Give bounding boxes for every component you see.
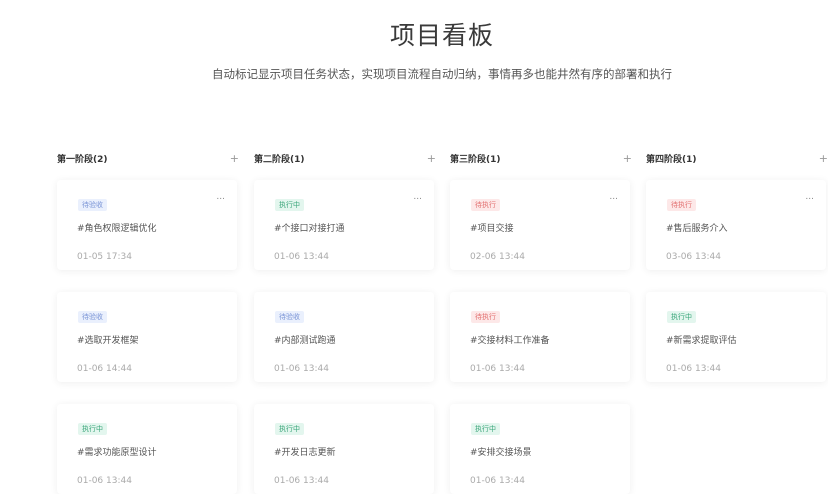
status-badge: 待执行 [471,199,500,211]
status-badge: 执行中 [275,423,304,435]
column-header: 第四阶段(1) + [646,150,828,166]
task-card[interactable]: 执行中... #个接口对接打通 01-06 13:44 [254,180,434,270]
card-title: #开发日志更新 [274,448,336,458]
card-title: #新需求提取评估 [666,336,737,346]
kanban-column: 第一阶段(2) + 待验收... #角色权限逻辑优化 01-05 17:34 待验收 #选取… [57,150,241,494]
kanban-column: 第四阶段(1) + 待执行... #售后服务介入 03-06 13:44 执行中 #新需求提… [646,150,828,382]
task-card[interactable]: 执行中 #开发日志更新 01-06 13:44 [254,404,434,494]
status-badge: 待验收 [275,311,304,323]
card-title: #需求功能原型设计 [77,448,157,458]
card-title: #选取开发框架 [77,336,139,346]
more-options-icon[interactable]: ... [413,192,422,202]
page-subtitle: 自动标记显示项目任务状态，实现项目流程自动归纳，事情再多也能井然有序的部署和执行 [212,67,672,81]
column-header: 第三阶段(1) + [450,150,634,166]
add-card-button[interactable]: + [819,152,828,165]
more-options-icon[interactable]: ... [216,192,225,202]
status-badge: 待验收 [78,311,107,323]
task-card[interactable]: 待验收 #选取开发框架 01-06 14:44 [57,292,237,382]
status-badge: 执行中 [78,423,107,435]
kanban-column: 第二阶段(1) + 执行中... #个接口对接打通 01-06 13:44 待验收 #内部测… [254,150,438,494]
column-header: 第一阶段(2) + [57,150,241,166]
task-card[interactable]: 执行中 #安排交接场景 01-06 13:44 [450,404,630,494]
card-title: #安排交接场景 [470,448,532,458]
task-card[interactable]: 待执行... #项目交接 02-06 13:44 [450,180,630,270]
card-title: #交接材料工作准备 [470,336,550,346]
column-title: 第一阶段(2) [57,154,108,165]
add-card-button[interactable]: + [427,152,438,165]
column-title: 第三阶段(1) [450,154,501,165]
kanban-column: 第三阶段(1) + 待执行... #项目交接 02-06 13:44 待执行 #交接材料工作… [450,150,634,494]
card-timestamp: 01-05 17:34 [77,252,132,262]
column-title: 第四阶段(1) [646,154,697,165]
card-timestamp: 01-06 14:44 [77,364,132,374]
status-badge: 执行中 [667,311,696,323]
status-badge: 执行中 [471,423,500,435]
task-card[interactable]: 执行中 #需求功能原型设计 01-06 13:44 [57,404,237,494]
more-options-icon[interactable]: ... [609,192,618,202]
page-title: 项目看板 [389,21,494,50]
card-title: #个接口对接打通 [274,224,345,234]
card-title: #售后服务介入 [666,224,728,234]
status-badge: 待验收 [78,199,107,211]
task-card[interactable]: 待执行... #售后服务介入 03-06 13:44 [646,180,826,270]
task-card[interactable]: 执行中 #新需求提取评估 01-06 13:44 [646,292,826,382]
card-title: #项目交接 [470,224,514,234]
card-timestamp: 01-06 13:44 [470,364,525,374]
card-timestamp: 01-06 13:44 [274,364,329,374]
card-timestamp: 02-06 13:44 [470,252,525,262]
add-card-button[interactable]: + [623,152,634,165]
card-title: #角色权限逻辑优化 [77,224,157,234]
column-header: 第二阶段(1) + [254,150,438,166]
task-card[interactable]: 待验收 #内部测试跑通 01-06 13:44 [254,292,434,382]
status-badge: 待执行 [471,311,500,323]
status-badge: 待执行 [667,199,696,211]
task-card[interactable]: 待执行 #交接材料工作准备 01-06 13:44 [450,292,630,382]
task-card[interactable]: 待验收... #角色权限逻辑优化 01-05 17:34 [57,180,237,270]
status-badge: 执行中 [275,199,304,211]
card-timestamp: 01-06 13:44 [274,476,329,486]
add-card-button[interactable]: + [230,152,241,165]
card-timestamp: 01-06 13:44 [470,476,525,486]
card-timestamp: 03-06 13:44 [666,252,721,262]
card-timestamp: 01-06 13:44 [274,252,329,262]
more-options-icon[interactable]: ... [805,192,814,202]
column-title: 第二阶段(1) [254,154,305,165]
card-timestamp: 01-06 13:44 [77,476,132,486]
card-title: #内部测试跑通 [274,336,336,346]
card-timestamp: 01-06 13:44 [666,364,721,374]
